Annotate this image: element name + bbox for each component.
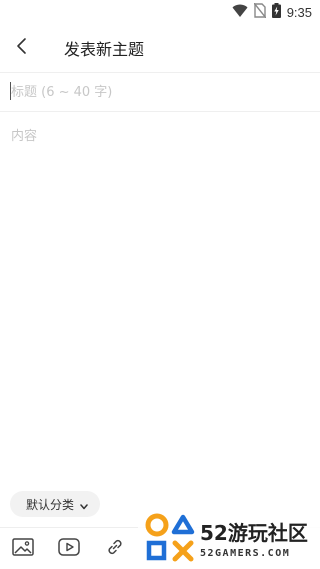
status-time: 9:35 xyxy=(286,4,312,20)
insert-link-button[interactable] xyxy=(92,528,138,569)
battery-charging-icon xyxy=(271,2,281,22)
watermark-title: 52游玩社区 xyxy=(200,521,308,545)
no-sim-icon xyxy=(253,2,267,22)
post-new-topic-screen: 9:35 发表新主题 默认分类 xyxy=(0,0,320,569)
watermark: 52游玩社区 52GAMERS.COM xyxy=(138,507,320,569)
title-input[interactable] xyxy=(0,73,320,111)
app-header: 发表新主题 xyxy=(0,24,320,72)
status-icons: 9:35 xyxy=(232,2,312,22)
back-button[interactable] xyxy=(0,24,44,72)
watermark-subtitle: 52GAMERS.COM xyxy=(200,548,291,559)
wifi-icon xyxy=(232,3,248,22)
page-title: 发表新主题 xyxy=(64,40,145,59)
category-selector[interactable]: 默认分类 xyxy=(10,491,101,517)
chevron-down-icon xyxy=(80,495,88,514)
image-icon xyxy=(12,537,34,560)
content-input[interactable] xyxy=(0,113,320,483)
content-area xyxy=(0,113,320,483)
category-label: 默认分类 xyxy=(26,497,75,512)
link-icon xyxy=(105,537,125,561)
title-field-row xyxy=(0,72,320,112)
watermark-text: 52游玩社区 52GAMERS.COM xyxy=(200,517,308,559)
insert-video-button[interactable] xyxy=(46,528,92,569)
insert-image-button[interactable] xyxy=(0,528,46,569)
status-bar: 9:35 xyxy=(0,0,320,24)
chevron-left-icon xyxy=(16,37,28,59)
video-icon xyxy=(58,537,80,560)
gamepad-symbols-logo xyxy=(145,513,195,562)
text-cursor xyxy=(10,82,11,100)
